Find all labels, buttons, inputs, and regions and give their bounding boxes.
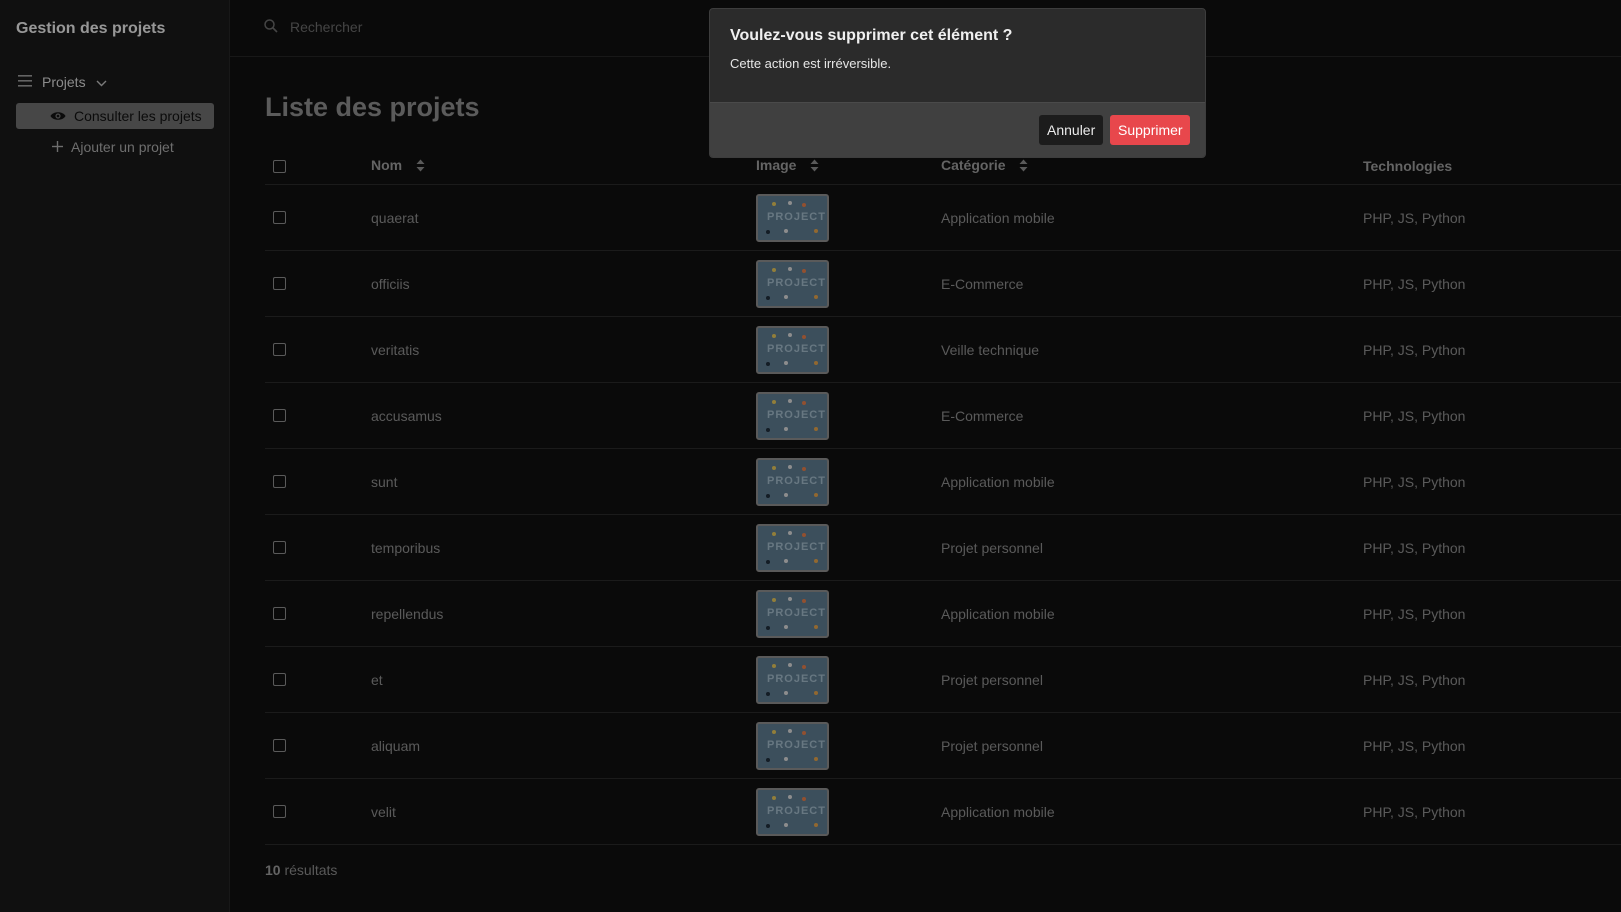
dialog-message: Cette action est irréversible. [730,56,892,71]
cancel-button[interactable]: Annuler [1039,115,1103,145]
confirm-delete-dialog: Voulez-vous supprimer cet élément ? Cett… [709,8,1206,158]
dialog-title: Voulez-vous supprimer cet élément ? [730,27,1013,44]
delete-button[interactable]: Supprimer [1110,115,1190,145]
dialog-footer: Annuler Supprimer [710,102,1205,157]
